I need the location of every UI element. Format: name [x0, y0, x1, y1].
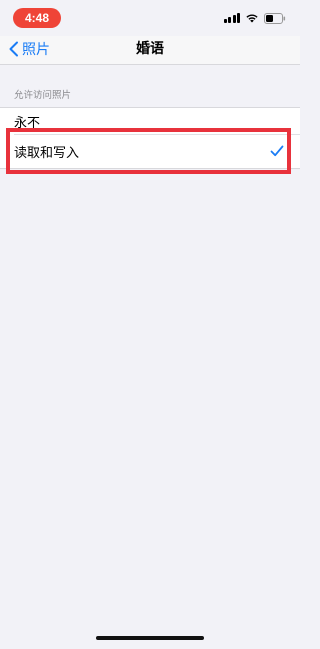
cellular-signal-icon [223, 13, 240, 23]
section-header: 允许访问照片 [14, 90, 72, 101]
checkmark-icon [270, 145, 284, 157]
option-label: 永不 [14, 115, 41, 131]
navigation-bar: 照片 婚语 [0, 36, 300, 65]
option-read-and-write[interactable]: 读取和写入 [0, 134, 300, 168]
settings-screen: 4:48 照片 婚语 允许访问照片 永不 读取和写入 [0, 0, 300, 649]
battery-icon [264, 12, 286, 24]
option-never[interactable]: 永不 [0, 108, 300, 134]
photo-access-options: 永不 读取和写入 [0, 107, 300, 169]
wifi-icon [245, 13, 259, 23]
option-label: 读取和写入 [14, 145, 80, 161]
status-bar: 4:48 [0, 0, 300, 36]
page-title: 婚语 [136, 41, 164, 57]
home-indicator[interactable] [96, 636, 204, 640]
status-icons [223, 11, 287, 25]
status-time[interactable]: 4:48 [13, 8, 61, 28]
